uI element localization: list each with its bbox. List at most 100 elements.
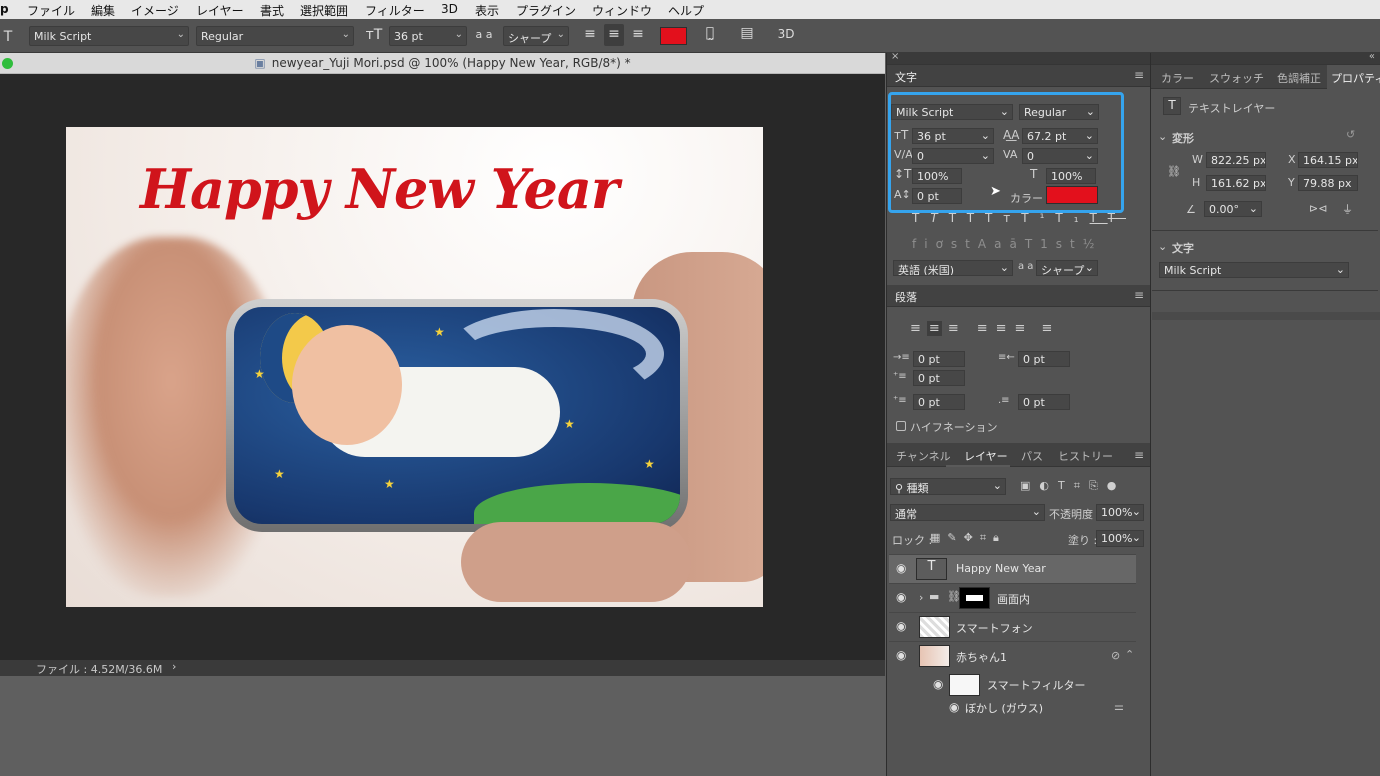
underline-icon[interactable]: T [1090, 211, 1108, 225]
indent-right-field[interactable]: 0 pt [1018, 351, 1070, 367]
tab-swatches[interactable]: スウォッチ [1209, 70, 1264, 86]
subscript-icon[interactable]: T₁ [1055, 211, 1089, 225]
layer-row-group[interactable]: ◉ › ▬ ⛓ 画面内 [889, 583, 1136, 612]
tab-properties[interactable]: プロパティ [1327, 65, 1380, 89]
reset-transform-icon[interactable]: ↺ [1346, 128, 1355, 141]
filter-toggle-icon[interactable]: ● [1107, 479, 1126, 492]
indent-first-field[interactable]: 0 pt [913, 370, 965, 386]
lock-paint-icon[interactable]: ✎ [947, 531, 963, 544]
stylistic-icon[interactable]: A [978, 237, 994, 251]
menu-item-file[interactable]: ファイル [27, 2, 75, 19]
char-antialias-select[interactable]: シャープ ⌄ [1036, 260, 1098, 276]
eye-icon[interactable]: ◉ [896, 619, 906, 633]
window-zoom-button[interactable] [2, 58, 13, 69]
layer-row-baby[interactable]: ◉ 赤ちゃん1 ⊘ ⌃ [889, 641, 1136, 673]
height-field[interactable]: 161.62 px [1206, 175, 1266, 191]
strikethrough-icon[interactable]: T [1108, 211, 1126, 225]
lock-all-icon[interactable]: 🔒︎ [993, 531, 1006, 544]
superscript-icon[interactable]: T¹ [1021, 211, 1055, 225]
layer-row-smartphone[interactable]: ◉ スマートフォン [889, 612, 1136, 641]
text-color-swatch[interactable] [660, 27, 687, 45]
collapse-icon[interactable]: « [1369, 51, 1375, 62]
menu-item-plugins[interactable]: プラグイン [516, 2, 576, 19]
space-after-field[interactable]: 0 pt [1018, 394, 1070, 410]
menu-item-view[interactable]: 表示 [475, 2, 499, 19]
lock-transparent-icon[interactable]: ▦ [930, 531, 947, 544]
menu-item-type[interactable]: 書式 [260, 2, 284, 19]
blend-mode-select[interactable]: 通常 ⌄ [890, 504, 1045, 521]
eye-icon[interactable]: ◉ [949, 700, 959, 714]
panel-menu-icon[interactable]: ≡ [1134, 448, 1144, 462]
filter-options-icon[interactable]: ⚌ [1114, 700, 1124, 713]
menu-item-edit[interactable]: 編集 [91, 2, 115, 19]
menu-item-select[interactable]: 選択範囲 [300, 2, 348, 19]
align-left-icon[interactable]: ≡ [582, 26, 598, 42]
type-style-buttons[interactable]: TTTTTтT¹T₁TT [912, 211, 1115, 227]
indent-left-field[interactable]: 0 pt [913, 351, 965, 367]
all-caps-icon[interactable]: TT [949, 211, 985, 225]
tab-adjustments[interactable]: 色調補正 [1277, 70, 1321, 86]
fill-field[interactable]: 100% ⌄ [1096, 530, 1144, 547]
filter-adjustment-icon[interactable]: ◐ [1039, 479, 1058, 492]
language-select[interactable]: 英語 (米国) ⌄ [893, 260, 1013, 276]
font-family-select[interactable]: Milk Script ⌄ [29, 26, 189, 46]
tab-layers[interactable]: レイヤー [964, 448, 1008, 464]
link-wh-icon[interactable]: ⛓ [1167, 165, 1181, 178]
headline-text-layer[interactable]: Happy New Year [140, 157, 619, 221]
swash-icon[interactable]: st [951, 237, 978, 251]
eye-icon[interactable]: ◉ [896, 648, 906, 662]
document-tab[interactable]: ▣ newyear_Yuji Mori.psd @ 100% (Happy New… [0, 53, 885, 74]
menu-item-window[interactable]: ウィンドウ [592, 2, 652, 19]
font-style-select[interactable]: Regular ⌄ [196, 26, 354, 46]
layer-filter-buttons[interactable]: ▣◐T⌗⎘● [1020, 479, 1150, 495]
opentype-buttons[interactable]: fiơstAaāT1st½ [912, 237, 1095, 253]
chevron-down-icon[interactable]: ⌄ [1158, 240, 1167, 253]
layer-row-smart-filter[interactable]: ◉ スマートフィルター [889, 672, 1136, 698]
chevron-up-icon[interactable]: ⌃ [1125, 648, 1134, 661]
menu-item-image[interactable]: イメージ [131, 2, 179, 19]
layer-row-gaussian-blur[interactable]: ◉ ぼかし (ガウス) ⚌ [889, 697, 1136, 719]
warp-text-icon[interactable]: Ｔ̰ [701, 25, 719, 41]
layer-filter-select[interactable]: ⚲ 種類 ⌄ [890, 478, 1006, 495]
filter-type-icon[interactable]: T [1058, 479, 1074, 492]
faux-bold-icon[interactable]: T [912, 211, 930, 225]
paragraph-align-buttons[interactable]: ≡ ≡ ≡ ≡ ≡ ≡ ≡ [910, 321, 1080, 339]
old-style-icon[interactable]: ơ [936, 237, 951, 251]
tab-channels[interactable]: チャンネル [896, 448, 951, 464]
ligature-icon[interactable]: fi [912, 237, 936, 251]
menu-item-layer[interactable]: レイヤー [196, 2, 244, 19]
3d-button[interactable]: 3D [775, 27, 797, 41]
space-before-field[interactable]: 0 pt [913, 394, 965, 410]
align-left-icon[interactable]: ≡ [910, 321, 921, 336]
align-right-icon[interactable]: ≡ [630, 26, 646, 42]
panel-menu-icon[interactable]: ≡ [1134, 288, 1144, 302]
panel-resize-bar[interactable] [1152, 312, 1380, 320]
titling-icon[interactable]: aā [994, 237, 1025, 251]
opacity-field[interactable]: 100% ⌄ [1096, 504, 1144, 521]
lock-position-icon[interactable]: ✥ [964, 531, 980, 544]
fractions-icon[interactable]: ½ [1083, 237, 1103, 251]
align-right-icon[interactable]: ≡ [948, 321, 959, 336]
flip-vertical-icon[interactable]: ⏚ [1342, 201, 1353, 217]
justify-right-icon[interactable]: ≡ [1015, 321, 1026, 336]
width-field[interactable]: 822.25 px [1206, 152, 1266, 168]
lock-artboard-icon[interactable]: ⌗ [980, 531, 993, 544]
eye-icon[interactable]: ◉ [896, 590, 906, 604]
type-tool-icon[interactable]: Ｔ [0, 26, 16, 46]
tab-character[interactable]: 文字 [895, 69, 917, 85]
justify-left-icon[interactable]: ≡ [977, 321, 988, 336]
antialias-select[interactable]: シャープ ⌄ [503, 26, 569, 46]
menu-item-filter[interactable]: フィルター [365, 2, 425, 19]
justify-center-icon[interactable]: ≡ [996, 321, 1007, 336]
faux-italic-icon[interactable]: T [930, 211, 948, 225]
filter-pixel-icon[interactable]: ▣ [1020, 479, 1039, 492]
align-center-icon[interactable]: ≡ [604, 24, 624, 46]
eye-icon[interactable]: ◉ [933, 677, 943, 691]
angle-field[interactable]: 0.00° ⌄ [1204, 201, 1262, 217]
filter-shape-icon[interactable]: ⌗ [1074, 479, 1089, 492]
tab-color[interactable]: カラー [1161, 70, 1194, 86]
small-caps-icon[interactable]: Tт [985, 211, 1021, 225]
ordinals-icon[interactable]: 1st [1040, 237, 1083, 251]
align-center-icon[interactable]: ≡ [926, 321, 942, 336]
lock-buttons[interactable]: ▦✎✥⌗🔒︎ [930, 531, 1030, 547]
